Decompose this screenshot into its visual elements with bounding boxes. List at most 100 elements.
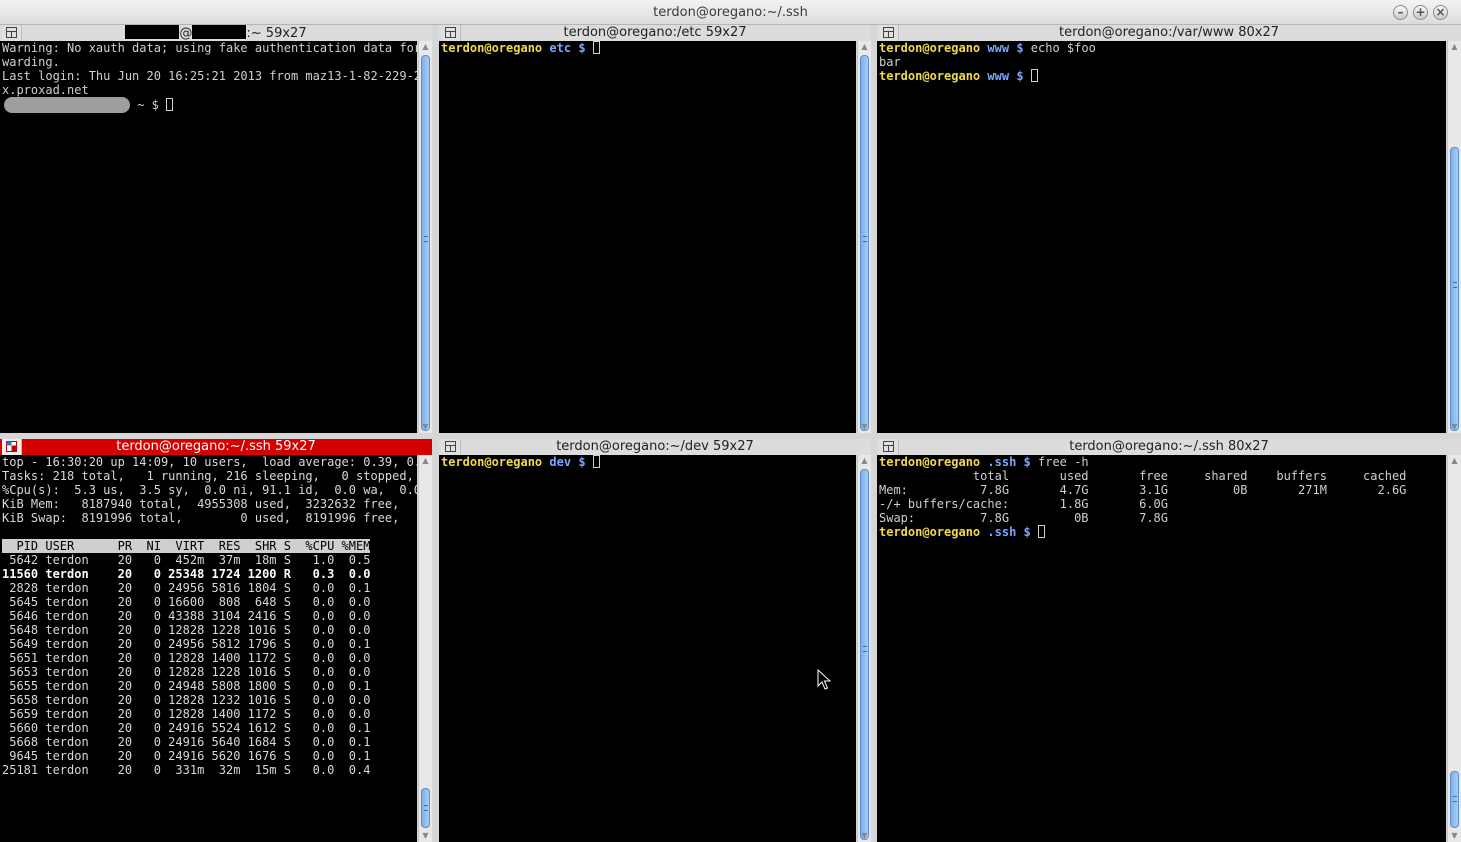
close-icon[interactable]: × [1433, 5, 1448, 20]
terminal-pane-4[interactable]: terdon@oregano:~/.ssh 59x27 top - 16:30:… [0, 439, 432, 842]
scroll-thumb[interactable] [421, 55, 430, 431]
command: free -h [1030, 455, 1089, 469]
cursor [592, 455, 600, 468]
scrollbar[interactable]: ▲ ▼ [857, 455, 871, 842]
scrollbar[interactable]: ▲ ▼ [857, 41, 871, 433]
scroll-thumb[interactable] [421, 788, 430, 828]
scroll-up-icon[interactable]: ▲ [1448, 455, 1461, 467]
table-row: 5651 terdon 20 0 12828 1400 1172 S 0.0 0… [2, 651, 371, 665]
prompt-user: terdon@oregano [441, 41, 543, 55]
split-icon[interactable] [441, 25, 461, 41]
prompt-symbol: $ [1023, 455, 1031, 469]
terminal-pane-6[interactable]: terdon@oregano:~/.ssh 80x27 terdon@orega… [877, 439, 1461, 842]
prompt-symbol: $ [1023, 525, 1031, 539]
prompt-user: terdon@oregano [879, 455, 981, 469]
window-title: terdon@oregano:~/.ssh [653, 5, 808, 20]
split-icon[interactable] [2, 25, 22, 41]
prompt-user: terdon@oregano [441, 455, 543, 469]
scrollbar[interactable]: ▲ ▼ [418, 41, 432, 433]
scroll-thumb[interactable] [860, 55, 869, 431]
output-line: Warning: No xauth data; using fake authe… [2, 41, 417, 55]
mouse-pointer-icon [817, 669, 831, 690]
prompt-dir: www [987, 69, 1010, 83]
pane-title: @:~ 59x27 [0, 25, 432, 41]
maximize-icon[interactable]: + [1413, 5, 1428, 20]
cursor [1038, 525, 1045, 538]
scroll-thumb[interactable] [860, 469, 869, 840]
split-icon[interactable] [879, 439, 899, 455]
cursor [592, 41, 600, 54]
prompt-user: terdon@oregano [879, 41, 981, 55]
output-line: Swap: 7.8G 0B 7.8G [879, 511, 1168, 525]
prompt-symbol: $ [578, 455, 586, 469]
table-row: 11560 terdon 20 0 25348 1724 1200 R 0.3 … [2, 567, 371, 581]
output-line: x.proxad.net [2, 83, 89, 97]
pane-title: terdon@oregano:~/dev 59x27 [439, 439, 871, 455]
terminal-output[interactable]: top - 16:30:20 up 14:09, 10 users, load … [0, 455, 417, 842]
scroll-up-icon[interactable]: ▲ [1448, 41, 1461, 53]
prompt-dir: .ssh [987, 455, 1017, 469]
scroll-down-icon[interactable]: ▼ [1448, 830, 1461, 842]
table-row: 5660 terdon 20 0 24916 5524 1612 S 0.0 0… [2, 721, 371, 735]
terminal-pane-3[interactable]: terdon@oregano:/var/www 80x27 terdon@ore… [877, 25, 1461, 433]
split-icon[interactable] [2, 439, 22, 455]
output-line: -/+ buffers/cache: 1.8G 6.0G [879, 497, 1168, 511]
split-icon[interactable] [879, 25, 899, 41]
scrollbar[interactable]: ▲ ▼ [418, 455, 432, 842]
table-row: 5668 terdon 20 0 24916 5640 1684 S 0.0 0… [2, 735, 371, 749]
table-row: 5645 terdon 20 0 16600 808 648 S 0.0 0.0 [2, 595, 371, 609]
scrollbar[interactable]: ▲ ▼ [1447, 41, 1461, 433]
prompt-symbol: $ [1016, 41, 1024, 55]
redacted-block [125, 25, 180, 39]
terminal-output[interactable]: terdon@oregano .ssh $ free -h total used… [877, 455, 1446, 842]
scrollbar[interactable]: ▲ ▼ [1447, 455, 1461, 842]
terminal-output[interactable]: terdon@oregano www $ echo $foo bar terdo… [877, 41, 1446, 433]
top-summary-line: Tasks: 218 total, 1 running, 216 sleepin… [2, 469, 414, 483]
window-titlebar[interactable]: terdon@oregano:~/.ssh – + × [0, 0, 1461, 25]
pane-title: terdon@oregano:~/.ssh 59x27 [0, 439, 432, 455]
scroll-thumb[interactable] [1450, 147, 1459, 431]
cursor [1030, 69, 1038, 82]
table-row: 5655 terdon 20 0 24948 5808 1800 S 0.0 0… [2, 679, 371, 693]
prompt-tail: ~ $ [130, 98, 167, 112]
scroll-up-icon[interactable]: ▲ [419, 455, 432, 467]
table-row: 5658 terdon 20 0 12828 1232 1016 S 0.0 0… [2, 693, 371, 707]
redacted-block [192, 25, 247, 39]
command: echo $foo [1023, 41, 1096, 55]
terminal-pane-1[interactable]: @:~ 59x27 Warning: No xauth data; using … [0, 25, 432, 433]
terminal-output[interactable]: terdon@oregano dev $ [439, 455, 856, 842]
terminal-pane-2[interactable]: terdon@oregano:/etc 59x27 terdon@oregano… [439, 25, 871, 433]
prompt-symbol: $ [578, 41, 586, 55]
top-summary-line: %Cpu(s): 5.3 us, 3.5 sy, 0.0 ni, 91.1 id… [2, 483, 417, 497]
pane-title: terdon@oregano:/var/www 80x27 [877, 25, 1461, 41]
top-summary-line: top - 16:30:20 up 14:09, 10 users, load … [2, 455, 417, 469]
scroll-down-icon[interactable]: ▼ [858, 830, 871, 842]
table-row: 9645 terdon 20 0 24916 5620 1676 S 0.0 0… [2, 749, 371, 763]
top-summary-line: KiB Mem: 8187940 total, 4955308 used, 32… [2, 497, 417, 511]
output-line: warding. [2, 55, 60, 69]
prompt-symbol: $ [1016, 69, 1024, 83]
scroll-up-icon[interactable]: ▲ [858, 455, 871, 467]
pane-title: terdon@oregano:/etc 59x27 [439, 25, 871, 41]
output-line: total used free shared buffers cached [879, 469, 1407, 483]
table-row: 5659 terdon 20 0 12828 1400 1172 S 0.0 0… [2, 707, 371, 721]
table-row: 5649 terdon 20 0 24956 5812 1796 S 0.0 0… [2, 637, 371, 651]
terminal-output[interactable]: terdon@oregano etc $ [439, 41, 856, 433]
minimize-icon[interactable]: – [1393, 5, 1408, 20]
terminal-output[interactable]: Warning: No xauth data; using fake authe… [0, 41, 417, 433]
scroll-down-icon[interactable]: ▼ [419, 421, 432, 433]
scroll-up-icon[interactable]: ▲ [419, 41, 432, 53]
scroll-down-icon[interactable]: ▼ [419, 830, 432, 842]
terminal-pane-5[interactable]: terdon@oregano:~/dev 59x27 terdon@oregan… [439, 439, 871, 842]
prompt-dir: dev [549, 455, 572, 469]
prompt-user: terdon@oregano [879, 525, 981, 539]
output-line: Last login: Thu Jun 20 16:25:21 2013 fro… [2, 69, 417, 83]
prompt-dir: www [987, 41, 1010, 55]
scroll-up-icon[interactable]: ▲ [858, 41, 871, 53]
split-icon[interactable] [441, 439, 461, 455]
scroll-down-icon[interactable]: ▼ [858, 421, 871, 433]
output-line: Mem: 7.8G 4.7G 3.1G 0B 271M 2.6G [879, 483, 1407, 497]
scroll-thumb[interactable] [1450, 771, 1459, 828]
table-row: 5653 terdon 20 0 12828 1228 1016 S 0.0 0… [2, 665, 371, 679]
scroll-down-icon[interactable]: ▼ [1448, 421, 1461, 433]
